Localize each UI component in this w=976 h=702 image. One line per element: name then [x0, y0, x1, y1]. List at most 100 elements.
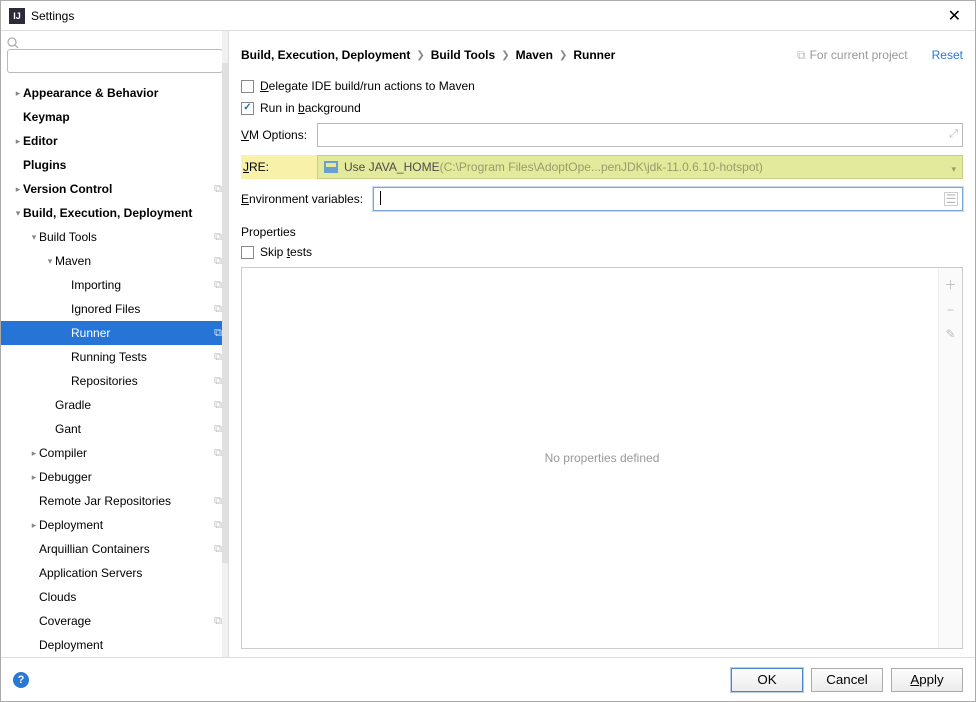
env-variables-input[interactable]: ☰: [373, 187, 963, 211]
run-in-background-checkbox[interactable]: [241, 102, 254, 115]
tree-label: Running Tests: [71, 350, 214, 364]
tree-node-editor[interactable]: ▸Editor: [1, 129, 228, 153]
tree-node-deployment[interactable]: ▸Deployment⧉: [1, 513, 228, 537]
copy-icon: ⧉: [214, 279, 222, 292]
search-input[interactable]: [7, 49, 223, 73]
copy-icon: ⧉: [214, 327, 222, 340]
footer: ? OK Cancel Apply: [1, 657, 975, 701]
chevron-right-icon: ❯: [559, 50, 567, 61]
apply-button[interactable]: Apply: [891, 668, 963, 692]
tree-label: Repositories: [71, 374, 214, 388]
tree-node-running-tests[interactable]: Running Tests⧉: [1, 345, 228, 369]
tree-node-plugins[interactable]: Plugins: [1, 153, 228, 177]
vm-options-row: VM Options: ⤢: [241, 123, 963, 147]
help-icon[interactable]: ?: [13, 672, 29, 688]
tree-node-repositories[interactable]: Repositories⧉: [1, 369, 228, 393]
chevron-down-icon[interactable]: ▾: [13, 208, 23, 219]
close-icon[interactable]: ✕: [942, 6, 967, 26]
tree-node-maven[interactable]: ▾Maven⧉: [1, 249, 228, 273]
title-bar: IJ Settings ✕: [1, 1, 975, 31]
search-icon: [7, 37, 19, 49]
tree-node-compiler[interactable]: ▸Compiler⧉: [1, 441, 228, 465]
main-panel: Build, Execution, Deployment ❯ Build Too…: [229, 31, 975, 657]
background-label[interactable]: Run in background: [260, 101, 361, 115]
background-row: Run in background: [241, 101, 963, 115]
breadcrumb[interactable]: Maven: [516, 48, 553, 62]
tree-label: Plugins: [23, 158, 222, 172]
jre-dropdown[interactable]: Use JAVA_HOME (C:\Program Files\AdoptOpe…: [317, 155, 963, 179]
ok-button[interactable]: OK: [731, 668, 803, 692]
delegate-label[interactable]: Delegate IDE build/run actions to Maven: [260, 79, 475, 93]
properties-toolbar: ＋ − ✎: [938, 268, 962, 648]
copy-icon: ⧉: [797, 48, 806, 63]
list-icon[interactable]: ☰: [944, 192, 958, 206]
add-icon[interactable]: ＋: [944, 276, 956, 293]
chevron-down-icon[interactable]: ▾: [29, 232, 39, 243]
breadcrumb[interactable]: Build, Execution, Deployment: [241, 48, 410, 62]
app-icon: IJ: [9, 8, 25, 24]
tree-node-arquillian-containers[interactable]: Arquillian Containers⧉: [1, 537, 228, 561]
tree-node-gant[interactable]: Gant⧉: [1, 417, 228, 441]
remove-icon[interactable]: −: [947, 303, 954, 317]
copy-icon: ⧉: [214, 399, 222, 412]
no-properties-text: No properties defined: [545, 451, 660, 465]
chevron-right-icon[interactable]: ▸: [29, 448, 39, 459]
tree-node-deployment[interactable]: Deployment: [1, 633, 228, 657]
tree-node-ignored-files[interactable]: Ignored Files⧉: [1, 297, 228, 321]
tree-label: Editor: [23, 134, 222, 148]
chevron-right-icon[interactable]: ▸: [29, 472, 39, 483]
copy-icon: ⧉: [214, 615, 222, 628]
tree-node-importing[interactable]: Importing⧉: [1, 273, 228, 297]
tree-node-keymap[interactable]: Keymap: [1, 105, 228, 129]
env-label: Environment variables:: [241, 192, 373, 206]
vm-options-input[interactable]: ⤢: [317, 123, 963, 147]
chevron-right-icon: ❯: [501, 50, 509, 61]
breadcrumb[interactable]: Build Tools: [431, 48, 495, 62]
tree-node-runner[interactable]: Runner⧉: [1, 321, 228, 345]
chevron-right-icon[interactable]: ▸: [29, 520, 39, 531]
edit-icon[interactable]: ✎: [945, 327, 955, 341]
tree-node-build-tools[interactable]: ▾Build Tools⧉: [1, 225, 228, 249]
copy-icon: ⧉: [214, 543, 222, 556]
cancel-button[interactable]: Cancel: [811, 668, 883, 692]
tree-node-clouds[interactable]: Clouds: [1, 585, 228, 609]
tree-node-gradle[interactable]: Gradle⧉: [1, 393, 228, 417]
tree-label: Appearance & Behavior: [23, 86, 222, 100]
chevron-down-icon[interactable]: ▾: [45, 256, 55, 267]
tree-label: Version Control: [23, 182, 214, 196]
tree-node-coverage[interactable]: Coverage⧉: [1, 609, 228, 633]
search-wrap: [1, 31, 228, 79]
env-row: Environment variables: ☰: [241, 187, 963, 211]
reset-link[interactable]: Reset: [932, 48, 963, 62]
copy-icon: ⧉: [214, 447, 222, 460]
expand-icon[interactable]: ⤢: [949, 128, 958, 141]
for-current-project-label: ⧉ For current project: [797, 48, 908, 63]
tree-label: Remote Jar Repositories: [39, 494, 214, 508]
tree-node-version-control[interactable]: ▸Version Control⧉: [1, 177, 228, 201]
tree-node-debugger[interactable]: ▸Debugger: [1, 465, 228, 489]
tree-node-build-execution-deployment[interactable]: ▾Build, Execution, Deployment: [1, 201, 228, 225]
delegate-row: Delegate IDE build/run actions to Maven: [241, 79, 963, 93]
chevron-right-icon[interactable]: ▸: [13, 88, 23, 99]
tree-node-remote-jar-repositories[interactable]: Remote Jar Repositories⧉: [1, 489, 228, 513]
tree-label: Application Servers: [39, 566, 222, 580]
skip-tests-checkbox[interactable]: [241, 246, 254, 259]
skip-tests-label[interactable]: Skip tests: [260, 245, 312, 259]
copy-icon: ⧉: [214, 255, 222, 268]
settings-tree: ▸Appearance & BehaviorKeymap▸EditorPlugi…: [1, 79, 228, 657]
tree-label: Coverage: [39, 614, 214, 628]
delegate-checkbox[interactable]: [241, 80, 254, 93]
chevron-right-icon[interactable]: ▸: [13, 136, 23, 147]
chevron-right-icon[interactable]: ▸: [13, 184, 23, 195]
tree-label: Clouds: [39, 590, 222, 604]
scrollbar[interactable]: [222, 31, 228, 657]
chevron-right-icon: ❯: [416, 50, 424, 61]
copy-icon: ⧉: [214, 495, 222, 508]
skip-tests-row: Skip tests: [241, 245, 963, 259]
tree-node-application-servers[interactable]: Application Servers: [1, 561, 228, 585]
tree-label: Deployment: [39, 518, 214, 532]
properties-area: No properties defined ＋ − ✎: [241, 267, 963, 649]
tree-label: Build, Execution, Deployment: [23, 206, 222, 220]
tree-node-appearance-behavior[interactable]: ▸Appearance & Behavior: [1, 81, 228, 105]
tree-label: Compiler: [39, 446, 214, 460]
